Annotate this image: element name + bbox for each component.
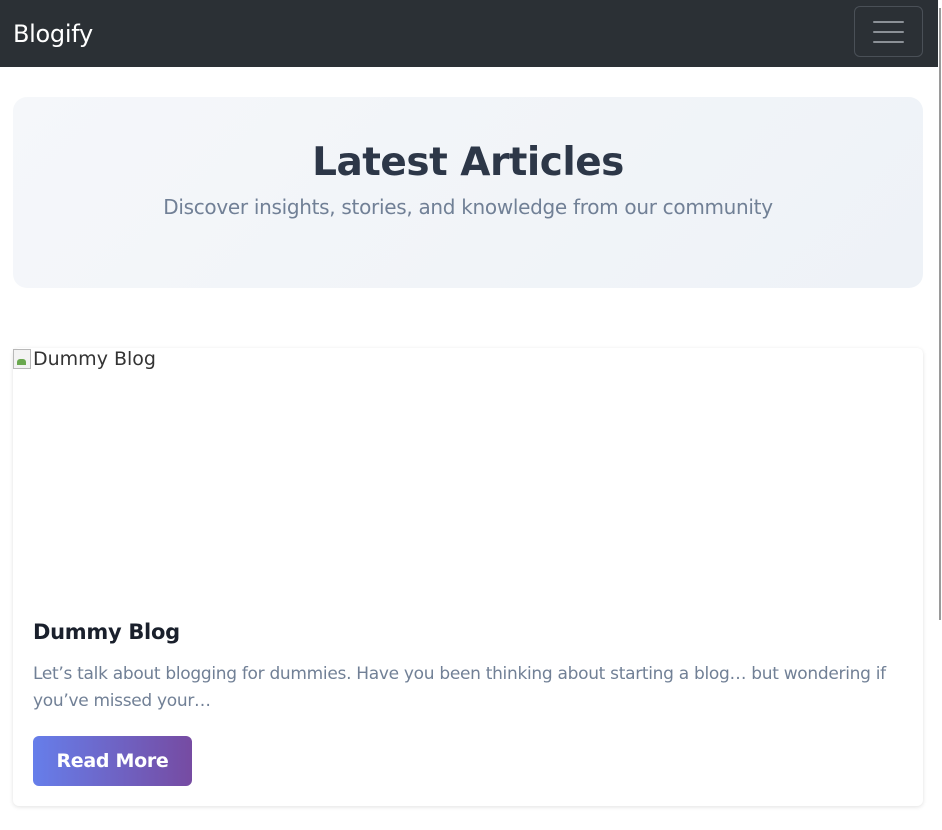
navbar-toggle-button[interactable]: [854, 6, 923, 57]
page-title: Latest Articles: [312, 140, 624, 185]
post-image-alt-text: Dummy Blog: [33, 348, 156, 370]
brand-logo-link[interactable]: Blogify: [13, 20, 93, 48]
scrollbar[interactable]: [938, 0, 942, 830]
broken-image-placeholder: Dummy Blog: [13, 348, 156, 370]
post-title: Dummy Blog: [33, 620, 180, 644]
hamburger-menu-icon-bar: [873, 40, 904, 43]
navbar: Blogify: [0, 0, 938, 67]
hero-banner: Latest Articles Discover insights, stori…: [13, 97, 923, 288]
hamburger-menu-icon: [873, 20, 904, 23]
blog-post-card: Dummy Blog Dummy Blog Let’s talk about b…: [13, 348, 923, 806]
post-card-body: Dummy Blog Let’s talk about blogging for…: [13, 598, 923, 786]
broken-image-icon: [13, 349, 31, 369]
post-image: Dummy Blog: [13, 348, 923, 598]
scrollbar-thumb[interactable]: [939, 8, 941, 620]
hamburger-menu-icon-bar: [873, 30, 904, 33]
page-subtitle: Discover insights, stories, and knowledg…: [163, 195, 773, 219]
post-excerpt: Let’s talk about blogging for dummies. H…: [33, 664, 886, 711]
read-more-button[interactable]: Read More: [33, 736, 192, 786]
